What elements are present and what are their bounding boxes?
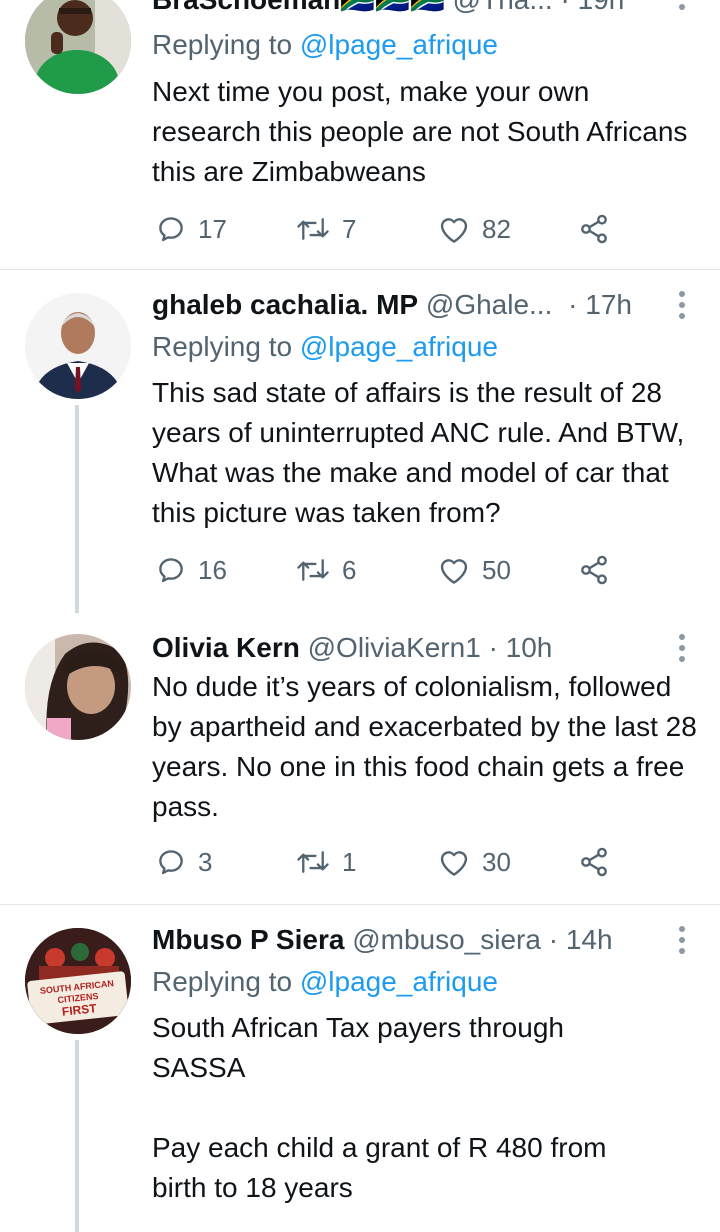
like-count: 30 (482, 846, 511, 877)
retweet-icon (297, 851, 329, 873)
retweet-icon (297, 559, 329, 581)
avatar[interactable]: SOUTH AFRICAN CITIZENS FIRST (25, 928, 131, 1034)
tweet-text-line: SASSA (152, 1052, 246, 1083)
heart-icon (440, 851, 468, 876)
share-button[interactable] (578, 209, 610, 249)
replying-to-label: Replying to (152, 966, 300, 997)
like-button[interactable]: 30 (438, 842, 511, 882)
reply-icon (159, 217, 183, 242)
timestamp[interactable]: · 14h (549, 924, 613, 955)
heart-icon (440, 218, 468, 243)
retweet-button[interactable]: 6 (296, 550, 356, 590)
avatar[interactable] (25, 0, 131, 94)
author-handle[interactable]: @Tha... (453, 0, 553, 15)
retweet-count: 6 (342, 554, 357, 585)
retweet-button[interactable]: 7 (296, 209, 356, 249)
retweet-icon (297, 218, 329, 240)
replying-to-label: Replying to (152, 331, 300, 362)
tweet-text: This sad state of affairs is the result … (152, 377, 685, 528)
reply-icon (159, 558, 183, 583)
timestamp[interactable]: · 19h (560, 0, 624, 15)
avatar[interactable] (25, 634, 131, 740)
tweet-2[interactable]: ghaleb cachalia. MP @Ghale... · 17h Repl… (0, 270, 720, 620)
like-button[interactable]: 82 (438, 209, 511, 249)
mention-link[interactable]: @lpage_afrique (300, 331, 498, 362)
replying-to: Replying to @lpage_afrique (152, 25, 498, 65)
more-options-icon[interactable] (678, 291, 686, 319)
author-handle[interactable]: @OliviaKern1 (308, 632, 481, 663)
reply-button[interactable]: 3 (156, 842, 212, 882)
reply-count: 17 (198, 213, 227, 244)
tweet-text: No dude it’s years of colonialism, follo… (152, 671, 697, 822)
author-handle[interactable]: @mbuso_siera (352, 924, 541, 955)
tweet-4[interactable]: SOUTH AFRICAN CITIZENS FIRST Mbuso P Sie… (0, 905, 720, 1232)
share-icon (581, 214, 607, 244)
more-options-icon[interactable] (678, 926, 686, 954)
timestamp[interactable]: · 17h (568, 289, 632, 320)
reply-button[interactable]: 16 (156, 550, 227, 590)
tweet-text: South African Tax payers through SASSA P… (152, 1008, 697, 1208)
more-options-icon[interactable] (678, 634, 686, 662)
author-name[interactable]: Mbuso P Siera (152, 924, 344, 955)
timestamp[interactable]: · 10h (489, 632, 553, 663)
retweet-count: 7 (342, 213, 357, 244)
tweet-text-line: birth to 18 years (152, 1172, 353, 1203)
author-handle[interactable]: @Ghale... (426, 289, 552, 320)
reply-count: 3 (198, 846, 213, 877)
author-name[interactable]: ghaleb cachalia. MP (152, 289, 418, 320)
tweet-actions: 17 7 82 (152, 209, 622, 249)
mention-link[interactable]: @lpage_afrique (300, 966, 498, 997)
tweet-actions: 16 6 50 (152, 550, 622, 590)
tweet-actions: 3 1 30 (152, 842, 622, 882)
tweet-3[interactable]: Olivia Kern @OliviaKern1 · 10h No dude i… (0, 620, 720, 905)
mention-link[interactable]: @lpage_afrique (300, 29, 498, 60)
tweet-text-line (152, 1088, 697, 1128)
heart-icon (440, 559, 468, 584)
like-button[interactable]: 50 (438, 550, 511, 590)
tweet-text-line: Pay each child a grant of R 480 from (152, 1132, 607, 1163)
retweet-button[interactable]: 1 (296, 842, 356, 882)
retweet-count: 1 (342, 846, 357, 877)
reply-count: 16 (198, 554, 227, 585)
reply-icon (159, 850, 183, 875)
like-count: 50 (482, 554, 511, 585)
avatar[interactable] (25, 293, 131, 399)
replying-to-label: Replying to (152, 29, 300, 60)
more-options-icon[interactable] (678, 0, 686, 10)
share-button[interactable] (578, 550, 610, 590)
replying-to: Replying to @lpage_afrique (152, 327, 498, 367)
author-name[interactable]: BraSchoeman🇿🇦🇿🇦🇿🇦 (152, 0, 445, 15)
tweet-text-line: South African Tax payers through (152, 1012, 564, 1043)
share-icon (581, 555, 607, 585)
author-name[interactable]: Olivia Kern (152, 632, 300, 663)
tweet-text: Next time you post, make your own resear… (152, 76, 688, 187)
tweet-1[interactable]: BraSchoeman🇿🇦🇿🇦🇿🇦 @Tha... · 19h Replying… (0, 0, 720, 270)
share-button[interactable] (578, 842, 610, 882)
share-icon (581, 847, 607, 877)
like-count: 82 (482, 213, 511, 244)
replying-to: Replying to @lpage_afrique (152, 962, 498, 1002)
reply-button[interactable]: 17 (156, 209, 227, 249)
